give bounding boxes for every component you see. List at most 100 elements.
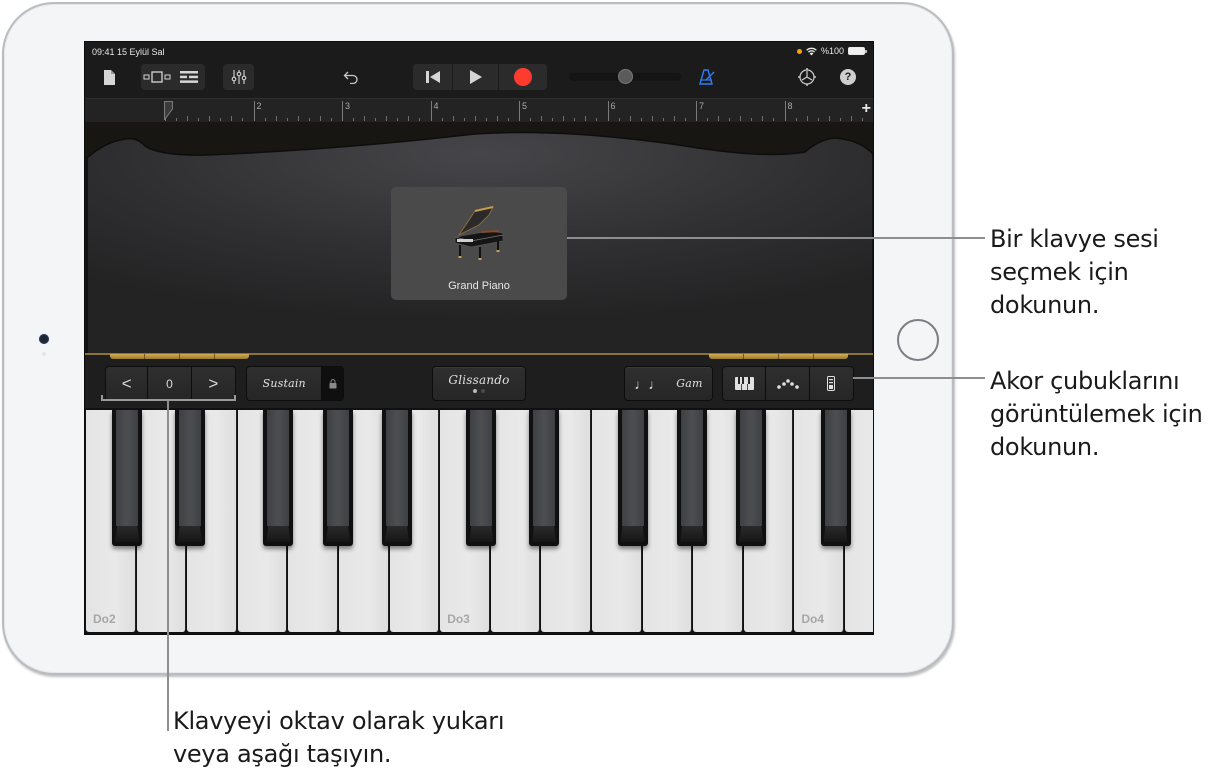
black-key[interactable] xyxy=(382,410,412,546)
black-key[interactable] xyxy=(617,410,648,546)
view-toggle-group xyxy=(141,64,205,90)
ruler-tick xyxy=(507,118,509,121)
ruler-tick xyxy=(707,118,709,121)
glissando-page-dots xyxy=(473,388,485,393)
chords-callout-text: Akor çubuklarını görüntülemek için dokun… xyxy=(990,365,1203,464)
glissando-button[interactable]: Glissando xyxy=(432,366,526,401)
help-button[interactable]: ? xyxy=(837,64,859,90)
ruler-tick xyxy=(386,116,388,121)
callout-line-text: görüntülemek için xyxy=(990,400,1203,428)
instrument-select-button[interactable]: Grand Piano xyxy=(391,187,567,300)
grand-piano-icon xyxy=(454,206,504,260)
chevron-right-icon: > xyxy=(208,373,219,393)
battery-percent: %100 xyxy=(820,46,844,56)
note-label: Do2 xyxy=(93,612,116,626)
ruler-tick xyxy=(353,118,355,121)
ruler-tick xyxy=(806,116,808,121)
undo-button[interactable] xyxy=(339,64,363,90)
mixer-icon xyxy=(231,70,246,84)
chevron-left-icon: < xyxy=(121,373,132,393)
mixer-button[interactable] xyxy=(223,64,254,90)
ruler-tick xyxy=(308,118,310,121)
light-sensor xyxy=(42,352,46,356)
sustain-button[interactable]: Sustain xyxy=(247,367,323,400)
callout-line-text: Bir klavye sesi xyxy=(990,225,1159,253)
add-section-button[interactable]: + xyxy=(862,100,871,118)
black-key[interactable] xyxy=(736,410,767,546)
play-button[interactable] xyxy=(453,64,499,90)
ruler-tick xyxy=(740,116,742,121)
keyboard-view-button[interactable] xyxy=(723,367,767,400)
ruler-tick xyxy=(297,116,299,121)
black-key[interactable] xyxy=(174,410,205,546)
chord-strips-icon xyxy=(827,376,836,391)
status-right: %100 xyxy=(796,46,867,56)
ruler-tick xyxy=(176,118,178,121)
ruler-tick xyxy=(574,118,576,121)
ruler-tick xyxy=(640,118,642,121)
callout-line-text: seçmek için xyxy=(990,258,1129,286)
ruler-tick xyxy=(585,116,587,121)
front-camera xyxy=(39,334,49,344)
document-icon xyxy=(103,69,115,85)
black-key[interactable] xyxy=(263,410,294,546)
ruler-tick xyxy=(729,118,731,121)
list-view-icon xyxy=(180,71,198,83)
piano-keyboard: Do2 Do3 Do4 xyxy=(85,408,873,634)
black-key[interactable] xyxy=(112,410,143,546)
ruler-tick xyxy=(397,118,399,121)
ruler-tick xyxy=(762,116,764,121)
chords-callout-line xyxy=(853,377,985,379)
master-volume-slider[interactable] xyxy=(569,64,681,90)
my-songs-button[interactable] xyxy=(99,64,119,90)
ruler-tick xyxy=(286,118,288,121)
timeline-ruler[interactable]: 12345678 + xyxy=(85,98,873,122)
black-key[interactable] xyxy=(323,410,353,546)
settings-button[interactable] xyxy=(795,64,819,90)
chord-strips-button[interactable] xyxy=(809,367,853,400)
tracks-view-icon xyxy=(143,71,171,83)
ruler-bar-4: 4 xyxy=(430,101,439,121)
metronome-button[interactable] xyxy=(695,64,719,90)
ruler-tick xyxy=(651,116,653,121)
ruler-tick xyxy=(375,118,377,121)
sustain-label: Sustain xyxy=(262,377,306,390)
arpeggiator-button[interactable] xyxy=(766,367,810,400)
ruler-tick xyxy=(275,116,277,121)
black-key[interactable] xyxy=(820,410,851,546)
ruler-track: 12345678 xyxy=(165,99,863,123)
ruler-tick xyxy=(795,118,797,121)
black-key[interactable] xyxy=(677,410,708,546)
ruler-tick xyxy=(530,118,532,121)
keyboard-range-indicator-right xyxy=(709,354,848,359)
volume-knob[interactable] xyxy=(617,69,633,84)
ruler-tick xyxy=(220,118,222,121)
ruler-tick xyxy=(817,118,819,121)
list-view-button[interactable] xyxy=(173,71,205,83)
arpeggiator-icon xyxy=(776,378,799,389)
callout-line-text: dokunun. xyxy=(990,291,1100,319)
tracks-view-button[interactable] xyxy=(141,71,173,83)
ruler-tick xyxy=(673,116,675,121)
ruler-bar-8: 8 xyxy=(784,101,793,121)
black-key[interactable] xyxy=(466,410,497,546)
ruler-tick xyxy=(751,118,753,121)
status-bar: 09:41 15 Eylül Sal %100 xyxy=(85,42,873,60)
ruler-bar-3: 3 xyxy=(342,101,350,121)
lock-icon xyxy=(329,378,337,388)
go-to-start-button[interactable] xyxy=(413,64,453,90)
record-button[interactable] xyxy=(499,64,547,90)
sustain-lock-button[interactable] xyxy=(322,367,343,400)
callout-line-text: veya aşağı taşıyın. xyxy=(173,740,392,768)
ruler-tick xyxy=(552,118,554,121)
battery-icon xyxy=(848,47,867,55)
transport-group xyxy=(413,64,547,90)
scale-label: Gam xyxy=(676,377,703,390)
playhead-icon[interactable] xyxy=(164,101,174,121)
ruler-tick xyxy=(408,116,410,121)
view-mode-group xyxy=(722,366,854,401)
home-button[interactable] xyxy=(897,319,939,361)
black-key[interactable] xyxy=(529,410,559,546)
scale-button[interactable]: ♩♩ Gam xyxy=(624,366,713,401)
callout-line-text: Klavyeyi oktav olarak yukarı xyxy=(173,707,505,735)
